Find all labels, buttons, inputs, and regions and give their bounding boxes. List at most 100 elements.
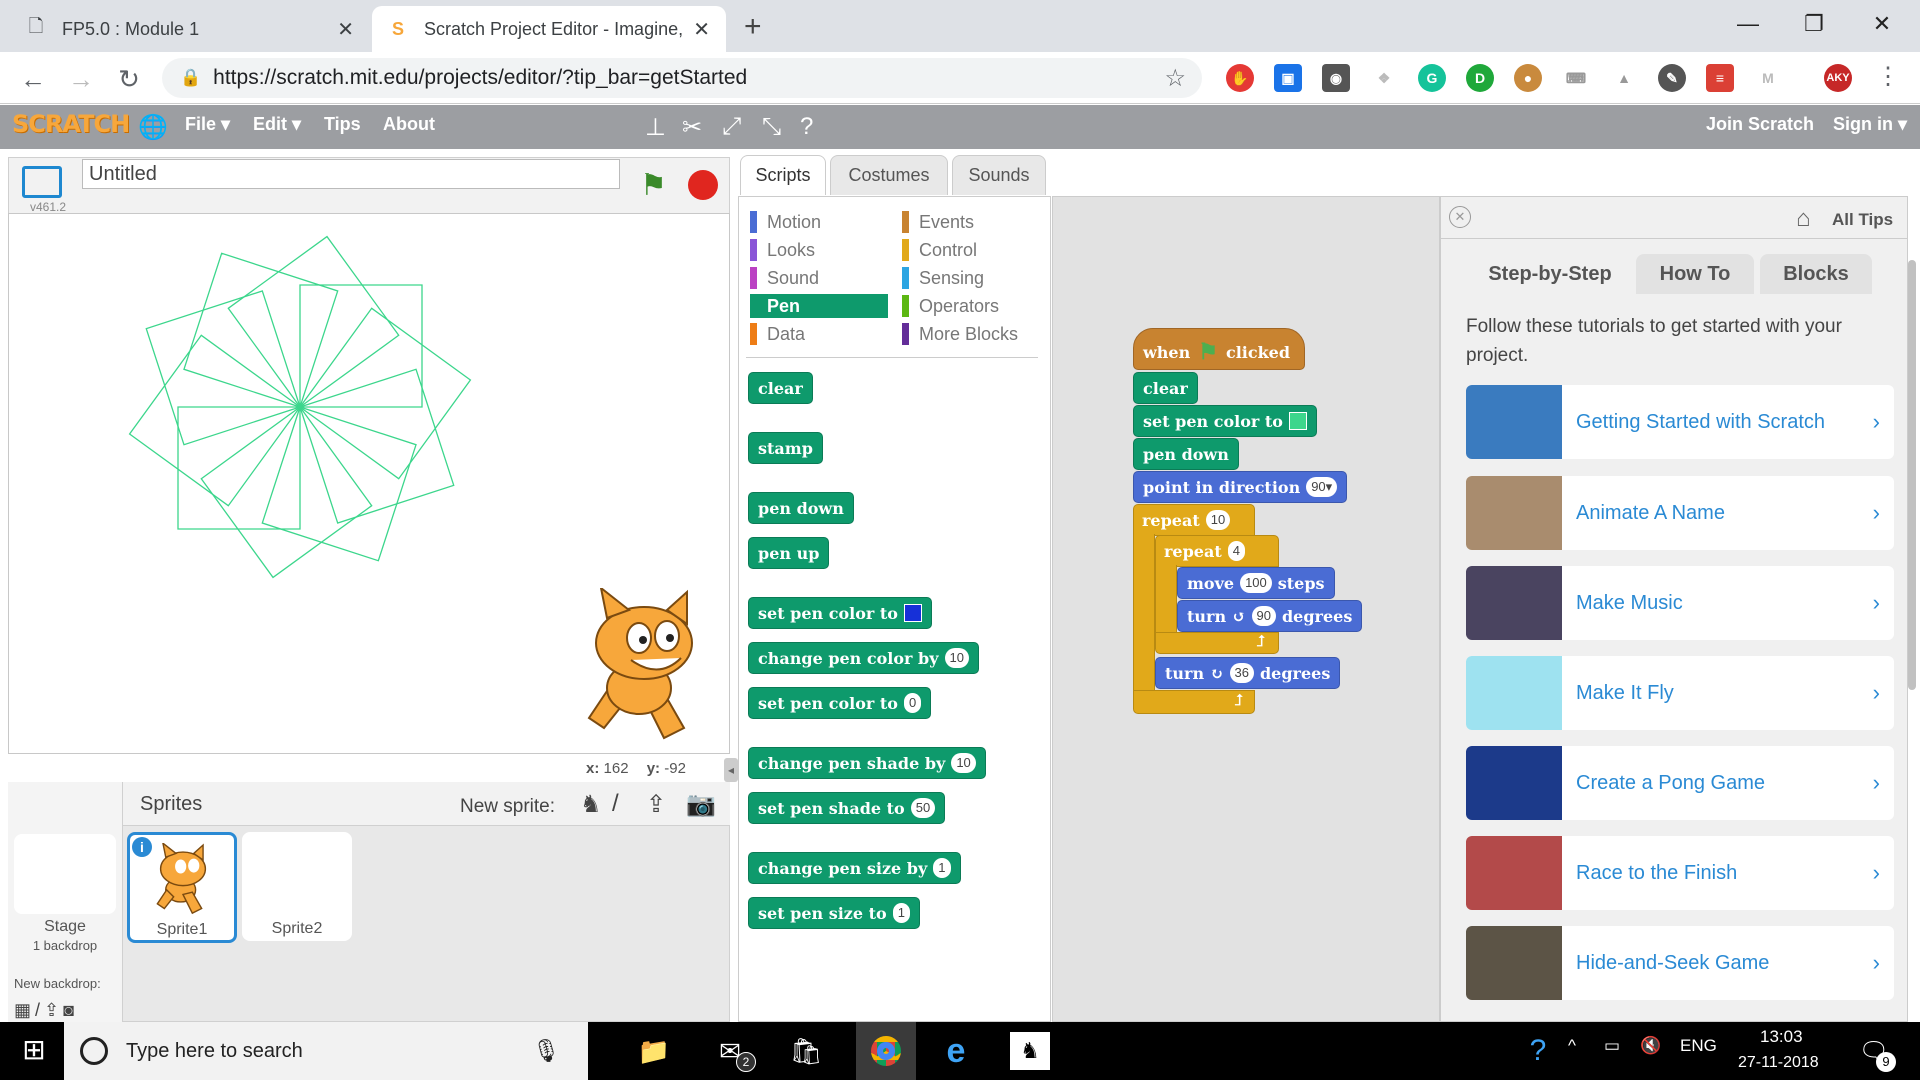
join-scratch-link[interactable]: Join Scratch — [1706, 114, 1814, 135]
bulb-icon[interactable]: ◉ — [1322, 64, 1350, 92]
number-input[interactable]: 50 — [910, 798, 936, 818]
tip-card-make-it-fly[interactable]: Make It Fly › — [1466, 656, 1894, 730]
tips-tab-step-by-step[interactable]: Step-by-Step — [1470, 254, 1630, 294]
language-indicator[interactable]: ENG — [1680, 1036, 1717, 1056]
windows-start-icon[interactable]: ⊞ — [14, 1030, 54, 1068]
number-input[interactable]: 1 — [933, 858, 951, 878]
sprite2-thumbnail[interactable]: Sprite2 — [242, 832, 352, 941]
fullscreen-icon[interactable] — [22, 166, 62, 198]
sprite-library-icon[interactable]: ♞ — [580, 790, 602, 819]
close-icon[interactable]: ✕ — [693, 17, 710, 42]
menu-about[interactable]: About — [383, 114, 435, 135]
clock-date[interactable]: 27-11-2018 — [1738, 1054, 1819, 1072]
script-turn-right[interactable]: turn ↻ 36 degrees — [1155, 657, 1341, 689]
tip-card-getting-started[interactable]: Getting Started with Scratch › — [1466, 385, 1894, 459]
stage-canvas[interactable] — [8, 213, 730, 754]
feather-icon[interactable]: ✎ — [1658, 64, 1686, 92]
block-change-pen-size[interactable]: change pen size by 1 — [748, 852, 961, 884]
sign-in-link[interactable]: Sign in ▾ — [1833, 114, 1907, 135]
sprite1-thumbnail[interactable]: i Sprite1 — [127, 832, 237, 943]
category-events[interactable]: Events — [902, 210, 1018, 234]
backdrop-tools-icons[interactable]: ▦/⇪◙ — [14, 1000, 78, 1021]
category-looks[interactable]: Looks — [750, 238, 888, 262]
drive-icon[interactable]: ▲ — [1610, 64, 1638, 92]
category-data[interactable]: Data — [750, 322, 888, 346]
browser-tab-fp5[interactable]: 🗋 FP5.0 : Module 1 ✕ — [10, 6, 370, 52]
screenshot-icon[interactable]: ▣ — [1274, 64, 1302, 92]
script-turn-left[interactable]: turn ↺ 90 degrees — [1177, 600, 1363, 632]
tab-scripts[interactable]: Scripts — [740, 155, 826, 195]
block-stamp[interactable]: stamp — [748, 432, 823, 464]
category-pen[interactable]: Pen — [750, 294, 888, 318]
taskbar-search[interactable]: Type here to search 🎙 — [64, 1022, 588, 1080]
number-input[interactable]: 36 — [1229, 663, 1254, 683]
tip-card-race-finish[interactable]: Race to the Finish › — [1466, 836, 1894, 910]
block-change-pen-shade[interactable]: change pen shade by 10 — [748, 747, 986, 779]
cookie-icon[interactable]: ● — [1514, 64, 1542, 92]
category-operators[interactable]: Operators — [902, 294, 1018, 318]
camera-icon[interactable]: 📷 — [686, 790, 716, 819]
block-pen-down[interactable]: pen down — [748, 492, 854, 524]
browser-menu-icon[interactable]: ⋮ — [1876, 62, 1900, 91]
dropbox-icon[interactable]: ❖ — [1370, 64, 1398, 92]
profile-avatar-icon[interactable]: AKY — [1824, 64, 1852, 92]
block-change-pen-color[interactable]: change pen color by 10 — [748, 642, 979, 674]
sprite-cat-figure[interactable] — [569, 588, 719, 748]
close-window-button[interactable]: ✕ — [1852, 6, 1912, 42]
edge-icon[interactable]: e — [936, 1032, 976, 1070]
script-point-in-direction[interactable]: point in direction 90▾ — [1133, 471, 1348, 503]
menu-edit[interactable]: Edit ▾ — [253, 114, 301, 135]
dashlane-icon[interactable]: D — [1466, 64, 1494, 92]
chrome-icon[interactable] — [856, 1022, 916, 1080]
tips-tab-how-to[interactable]: How To — [1636, 254, 1754, 294]
tip-card-hide-and-seek[interactable]: Hide-and-Seek Game › — [1466, 926, 1894, 1000]
restore-button[interactable]: ❐ — [1784, 6, 1844, 42]
block-when-flag-clicked[interactable]: when ⚑ clicked — [1133, 328, 1305, 370]
help-icon[interactable]: ? — [1518, 1032, 1558, 1070]
number-input[interactable]: 1 — [892, 903, 910, 923]
block-set-pen-color[interactable]: set pen color to — [748, 597, 932, 629]
volume-muted-icon[interactable]: 🔇 — [1640, 1036, 1661, 1056]
adblock-icon[interactable]: ✋ — [1226, 64, 1254, 92]
shrink-icon[interactable]: ⤡ — [762, 113, 781, 141]
category-sound[interactable]: Sound — [750, 266, 888, 290]
number-input[interactable]: 100 — [1240, 573, 1272, 593]
tip-card-make-music[interactable]: Make Music › — [1466, 566, 1894, 640]
category-motion[interactable]: Motion — [750, 210, 888, 234]
back-button[interactable]: ← — [16, 62, 50, 96]
upload-icon[interactable]: ⇪ — [646, 790, 666, 819]
url-bar[interactable]: 🔒 https://scratch.mit.edu/projects/edito… — [162, 58, 1202, 98]
project-title-input[interactable]: Untitled — [82, 159, 620, 189]
delete-cut-icon[interactable]: ✂ — [682, 113, 702, 142]
paint-brush-icon[interactable]: / — [612, 790, 619, 818]
file-explorer-icon[interactable]: 📁 — [634, 1032, 674, 1070]
minimize-button[interactable]: — — [1718, 6, 1778, 42]
script-pen-down[interactable]: pen down — [1133, 438, 1239, 470]
help-icon[interactable]: ? — [800, 113, 813, 141]
menu-tips[interactable]: Tips — [324, 114, 361, 135]
grow-icon[interactable]: ⤢ — [722, 113, 741, 141]
script-set-pen-color[interactable]: set pen color to — [1133, 405, 1317, 437]
stage-collapse-handle[interactable]: ◂ — [724, 758, 738, 782]
new-tab-button[interactable]: + — [744, 10, 762, 44]
block-clear[interactable]: clear — [748, 372, 813, 404]
show-hidden-icons[interactable]: ^ — [1568, 1036, 1576, 1056]
tips-scrollbar[interactable] — [1908, 260, 1916, 690]
number-input[interactable]: 0 — [903, 693, 922, 713]
tip-card-pong-game[interactable]: Create a Pong Game › — [1466, 746, 1894, 820]
clock-time[interactable]: 13:03 — [1760, 1027, 1803, 1047]
block-set-pen-shade[interactable]: set pen shade to 50 — [748, 792, 946, 824]
script-move-steps[interactable]: move 100 steps — [1177, 567, 1335, 599]
close-tips-icon[interactable]: ✕ — [1449, 206, 1471, 228]
block-set-pen-color-number[interactable]: set pen color to 0 — [748, 687, 932, 719]
stop-sign-icon[interactable] — [688, 170, 718, 200]
gmail-icon[interactable]: M — [1754, 64, 1782, 92]
green-flag-icon[interactable]: ⚑ — [640, 168, 667, 203]
store-icon[interactable]: 🛍 — [786, 1032, 826, 1070]
number-input[interactable]: 10 — [944, 648, 969, 668]
all-tips-link[interactable]: All Tips — [1832, 210, 1893, 230]
keyboard-icon[interactable]: ⌨ — [1562, 64, 1590, 92]
tips-tab-blocks[interactable]: Blocks — [1760, 254, 1872, 294]
tip-card-animate-name[interactable]: Animate A Name › — [1466, 476, 1894, 550]
number-input[interactable]: 4 — [1227, 541, 1245, 561]
